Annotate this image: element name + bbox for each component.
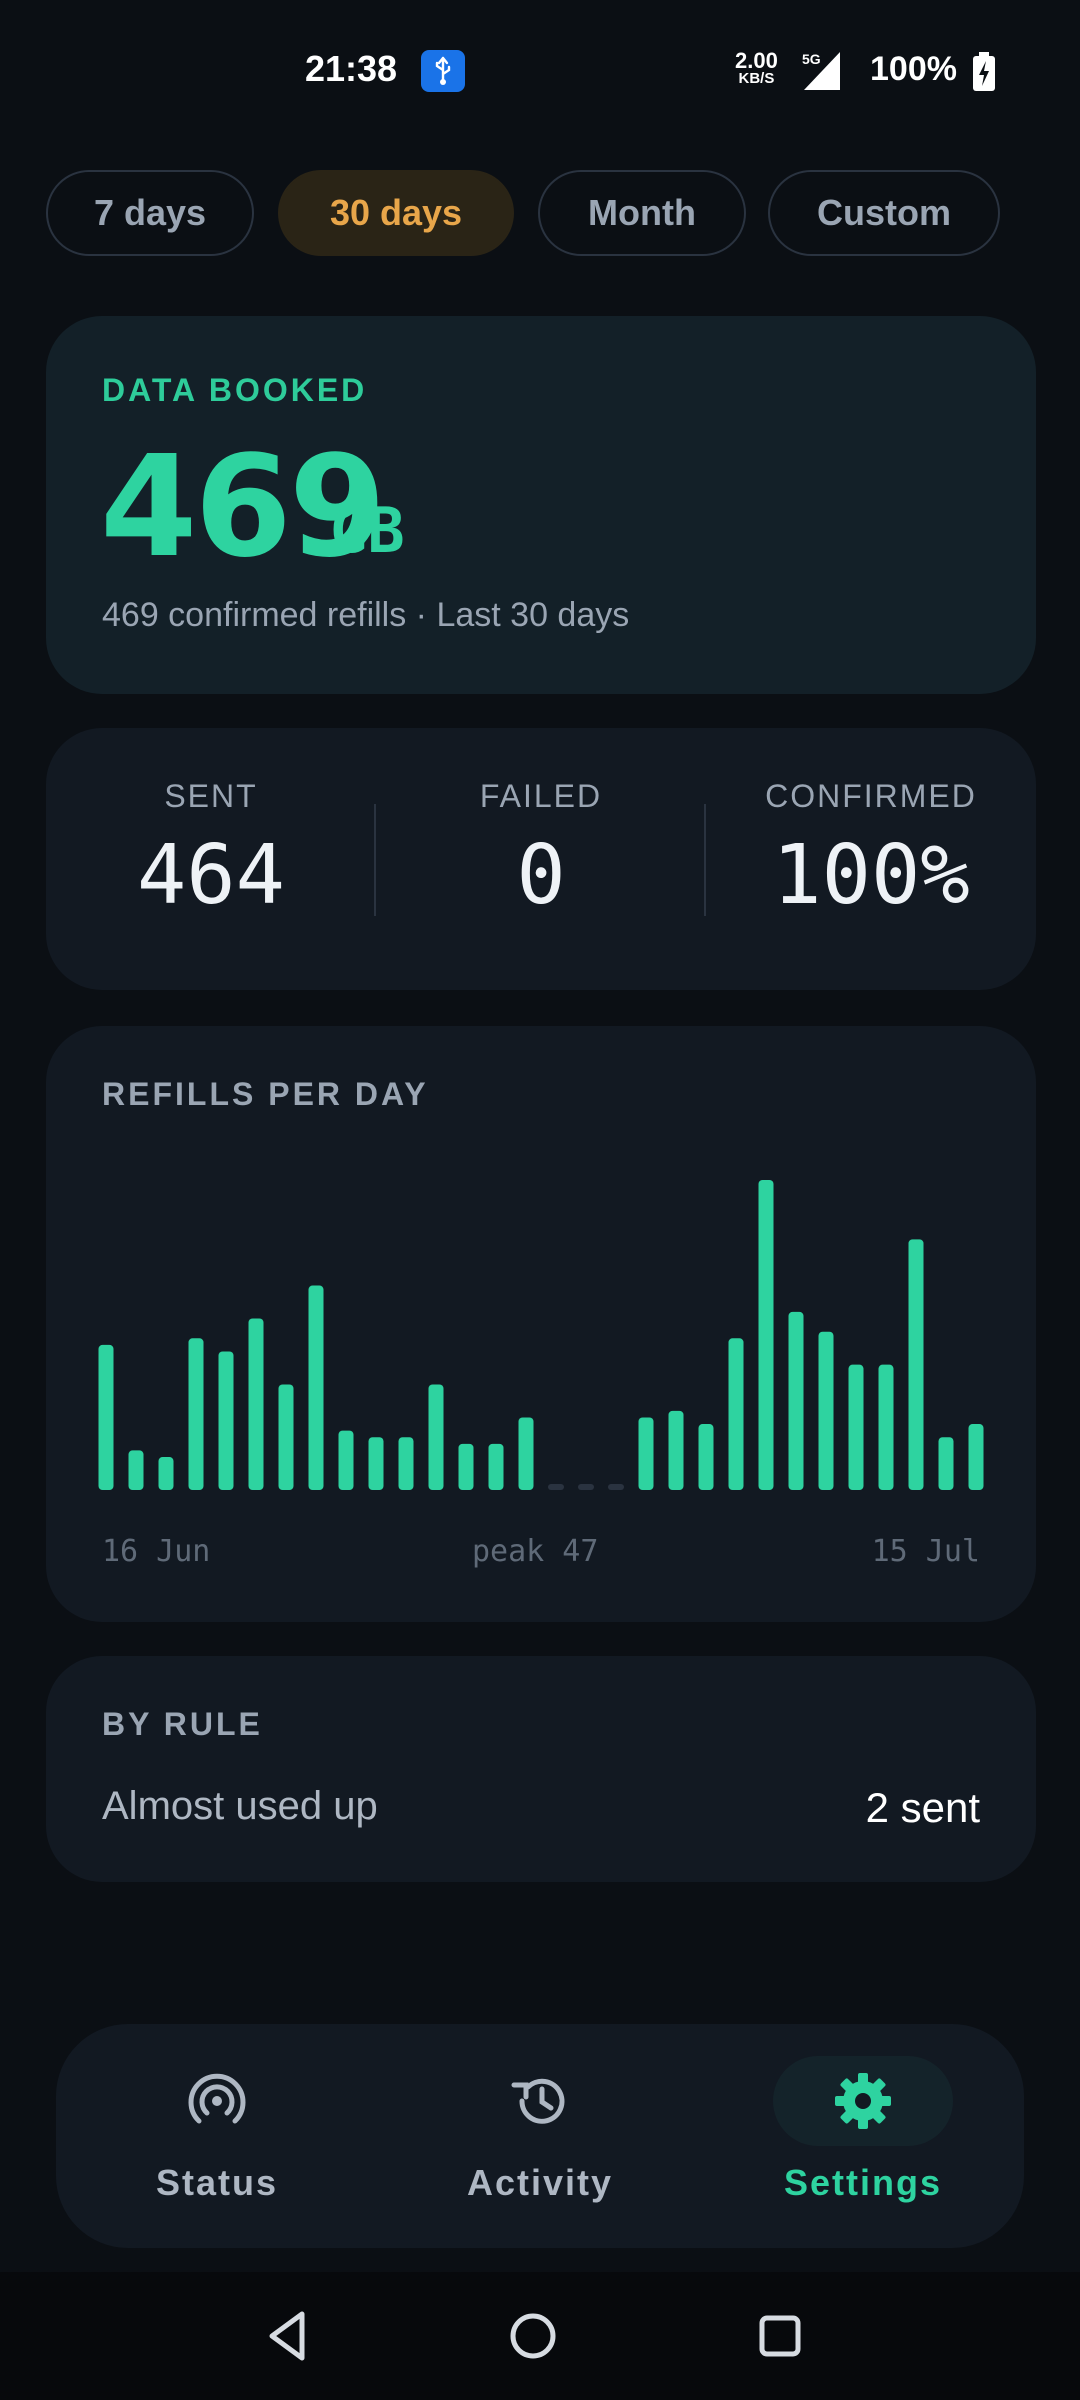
stat-failed-value: 0 — [516, 828, 566, 923]
nav-settings[interactable]: Settings — [702, 2024, 1024, 2248]
chart-bar — [968, 1424, 984, 1490]
system-navigation-bar — [0, 2272, 1080, 2400]
chart-bar — [98, 1344, 114, 1490]
nav-status-label: Status — [155, 2162, 279, 2203]
data-booked-label: DATA BOOKED — [102, 372, 368, 408]
chart-bar — [428, 1384, 444, 1490]
network-type: 5G — [802, 51, 821, 67]
chart-bar — [218, 1351, 234, 1490]
chart-peak-label: peak 47 — [472, 1534, 599, 1569]
chart-x-end-label: 15 Jul — [871, 1534, 980, 1569]
nav-settings-label: Settings — [783, 2162, 942, 2203]
chart-bar — [188, 1338, 204, 1490]
chart-bar — [398, 1437, 414, 1490]
by-rule-label: BY RULE — [102, 1706, 263, 1742]
chart-bar-empty — [548, 1484, 564, 1490]
stats-card: SENT 464 FAILED 0 CONFIRMED 100% — [46, 728, 1036, 990]
range-7-days-chip[interactable]: 7 days — [46, 170, 254, 256]
by-rule-card: BY RULE Almost used up 2 sent — [46, 1656, 1036, 1882]
speed-unit: KB/S — [738, 70, 775, 87]
history-icon — [450, 2056, 630, 2146]
chart-bar — [728, 1338, 744, 1490]
nav-activity[interactable]: Activity — [379, 2024, 701, 2248]
chart-bar — [518, 1417, 534, 1490]
battery-icon — [972, 52, 996, 92]
signal-icon: 5G — [800, 50, 844, 92]
range-month-chip[interactable]: Month — [538, 170, 746, 256]
chart-bar-empty — [608, 1484, 624, 1490]
chart-bar — [818, 1331, 834, 1490]
chart-bar — [338, 1430, 354, 1490]
stat-failed-label: FAILED — [479, 778, 603, 814]
range-30-days-chip[interactable]: 30 days — [278, 170, 514, 256]
stat-sent-label: SENT — [164, 778, 258, 814]
stat-confirmed-label: CONFIRMED — [765, 778, 977, 814]
chart-bar-empty — [578, 1484, 594, 1490]
chart-bar — [158, 1457, 174, 1490]
stat-failed: FAILED 0 — [376, 728, 706, 990]
status-time: 21:38 — [305, 48, 398, 89]
nav-activity-label: Activity — [466, 2162, 614, 2203]
chart-bar — [638, 1417, 654, 1490]
rule-name: Almost used up — [102, 1784, 378, 1828]
speed-value: 2.00 — [735, 48, 778, 73]
chart-bar — [128, 1450, 144, 1490]
nav-status[interactable]: Status — [56, 2024, 378, 2248]
data-booked-card: DATA BOOKED 469 GB 469 confirmed refills… — [46, 316, 1036, 694]
chart-bar — [248, 1318, 264, 1490]
chart-bar — [458, 1443, 474, 1490]
chart-bar — [848, 1364, 864, 1490]
data-booked-unit: GB — [330, 494, 405, 567]
status-bar: 21:38 2.00 KB/S 5G 100% — [0, 0, 1080, 140]
chart-bar — [278, 1384, 294, 1490]
rule-count: 2 sent — [865, 1784, 980, 1831]
broadcast-icon — [127, 2056, 307, 2146]
stat-sent: SENT 464 — [46, 728, 376, 990]
chart-bar — [758, 1180, 774, 1490]
chart-bar — [938, 1437, 954, 1490]
chart-bar — [908, 1239, 924, 1490]
refills-bar-chart — [98, 1180, 984, 1490]
chart-bar — [698, 1424, 714, 1490]
chart-bar — [668, 1410, 684, 1490]
home-icon[interactable] — [497, 2300, 569, 2372]
chart-bar — [878, 1364, 894, 1490]
recents-icon[interactable] — [744, 2300, 816, 2372]
stat-confirmed: CONFIRMED 100% — [706, 728, 1036, 990]
chart-bar — [368, 1437, 384, 1490]
stat-confirmed-value: 100% — [772, 828, 970, 923]
usb-icon — [421, 50, 465, 92]
data-booked-subtitle: 469 confirmed refills · Last 30 days — [102, 596, 630, 634]
bottom-navigation: Status Activity Settings — [56, 2024, 1024, 2248]
battery-level: 100% — [870, 50, 957, 88]
back-icon[interactable] — [252, 2300, 324, 2372]
range-custom-chip[interactable]: Custom — [768, 170, 1000, 256]
chart-bar — [308, 1285, 324, 1490]
chart-bar — [788, 1311, 804, 1490]
stat-sent-value: 464 — [136, 828, 286, 923]
chart-x-start-label: 16 Jun — [102, 1534, 211, 1569]
chart-bar — [488, 1443, 504, 1490]
gear-icon — [773, 2056, 953, 2146]
network-speed: 2.00 KB/S — [735, 48, 778, 88]
refills-chart-card: REFILLS PER DAY 16 Jun peak 47 15 Jul — [46, 1026, 1036, 1622]
